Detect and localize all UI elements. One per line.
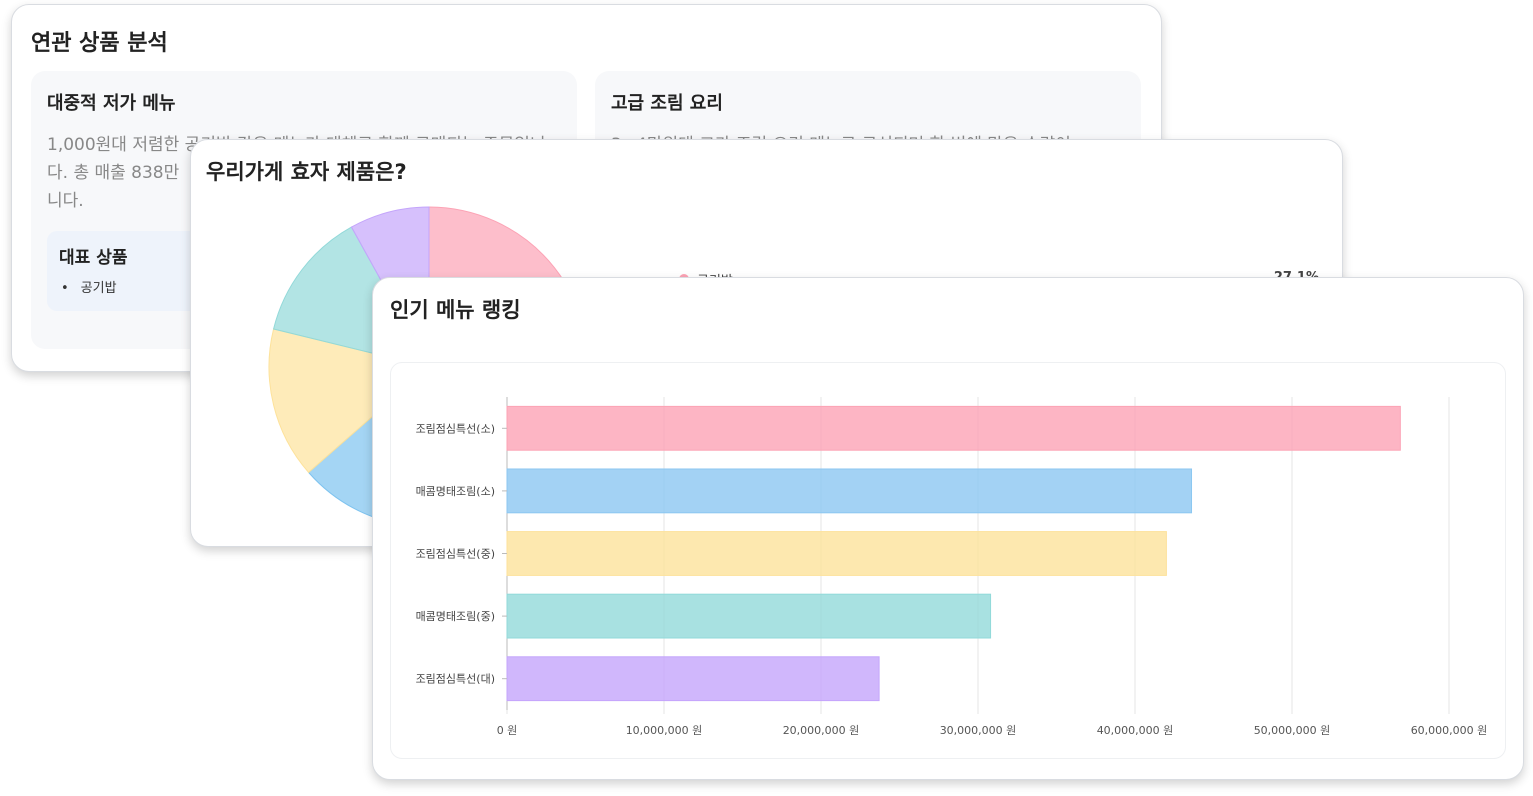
bar-chart-container: 0 원 10,000,000 원 20,000,000 원 30,000,000 원 4… <box>390 362 1506 759</box>
premium-menu-title: 고급 조림 요리 <box>611 93 723 114</box>
menu-ranking-title: 인기 메뉴 랭킹 <box>390 298 521 322</box>
x-tick-label: 50,000,000 원 <box>1254 724 1331 737</box>
x-tick-label: 40,000,000 원 <box>1097 724 1174 737</box>
low-price-menu-title: 대중적 저가 메뉴 <box>47 93 176 114</box>
category-label: 조림점심특선(대) <box>416 673 495 686</box>
category-label: 매콤명태조림(중) <box>416 610 495 623</box>
bar-chart: 0 원 10,000,000 원 20,000,000 원 30,000,000 원 4… <box>416 397 1488 737</box>
x-tick-label: 20,000,000 원 <box>783 724 860 737</box>
bar[interactable] <box>506 468 1193 514</box>
category-label: 조림점심특선(중) <box>416 548 495 561</box>
x-tick-label: 0 원 <box>497 724 518 737</box>
bar[interactable] <box>506 656 880 702</box>
representative-product-item: 공기밥 <box>61 277 117 296</box>
representative-products-title: 대표 상품 <box>59 248 128 268</box>
x-tick-label: 10,000,000 원 <box>626 724 703 737</box>
x-tick-label: 60,000,000 원 <box>1411 724 1488 737</box>
bar[interactable] <box>506 405 1401 451</box>
menu-ranking-card: 인기 메뉴 랭킹 0 원 10,000,000 원 20,000,000 원 30,0… <box>372 277 1524 780</box>
bar[interactable] <box>506 593 992 639</box>
related-products-title: 연관 상품 분석 <box>31 31 168 56</box>
category-label: 조림점심특선(소) <box>416 422 495 435</box>
category-label: 매콤명태조림(소) <box>416 485 495 498</box>
x-tick-label: 30,000,000 원 <box>940 724 1017 737</box>
bar[interactable] <box>506 531 1167 576</box>
